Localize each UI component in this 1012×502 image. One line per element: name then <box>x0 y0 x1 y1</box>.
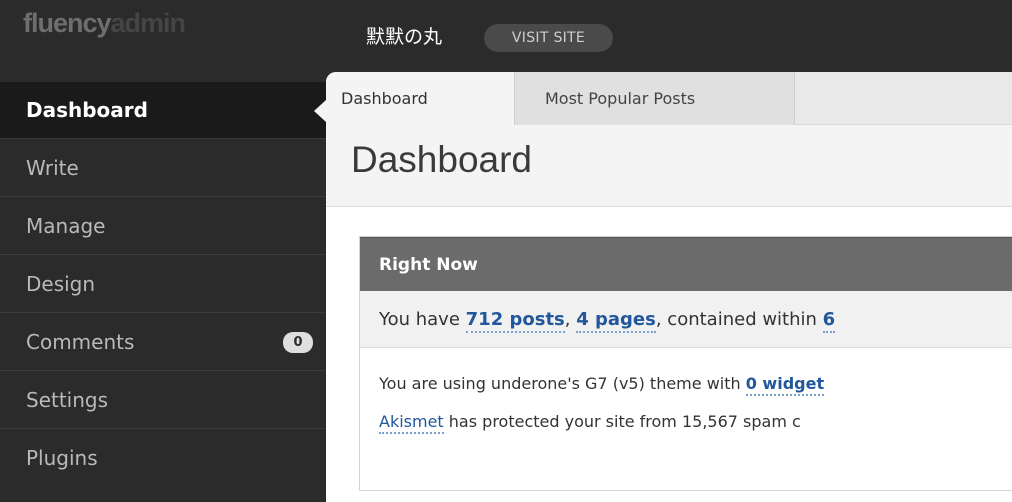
akismet-link[interactable]: Akismet <box>379 412 444 434</box>
akismet-text: has protected your site from 15,567 spam… <box>443 412 801 431</box>
widgets-link[interactable]: 0 widget <box>745 374 825 396</box>
summary-separator: , <box>564 309 577 330</box>
pages-link[interactable]: 4 pages <box>576 309 656 333</box>
sidebar-item-label: Comments <box>26 329 135 354</box>
summary-prefix: You have <box>379 309 466 330</box>
sidebar-item-manage[interactable]: Manage <box>0 196 326 254</box>
akismet-line: Akismet has protected your site from 15,… <box>379 403 1012 441</box>
sidebar-item-label: Write <box>26 155 79 180</box>
sidebar-nav: Dashboard Write Manage Design Comments 0 … <box>0 82 326 486</box>
tab-most-popular-posts[interactable]: Most Popular Posts <box>515 72 795 125</box>
sidebar-item-label: Dashboard <box>26 98 148 122</box>
site-name: 默默の丸 <box>366 26 443 48</box>
theme-text: You are using underone's G7 (v5) theme w… <box>379 374 746 393</box>
sidebar: fluencyadmin Dashboard Write Manage Desi… <box>0 0 326 502</box>
sidebar-item-label: Plugins <box>26 445 98 470</box>
sidebar-item-settings[interactable]: Settings <box>0 370 326 428</box>
sidebar-item-comments[interactable]: Comments 0 <box>0 312 326 370</box>
sidebar-item-plugins[interactable]: Plugins <box>0 428 326 486</box>
posts-link[interactable]: 712 posts <box>465 309 565 333</box>
sidebar-item-label: Settings <box>26 387 109 412</box>
widget-title[interactable]: Right Now <box>360 237 1012 291</box>
logo-part-fluency: fluency <box>23 8 112 38</box>
logo-part-admin: admin <box>110 8 187 38</box>
sidebar-item-label: Manage <box>26 213 106 238</box>
page-header: Dashboard <box>326 125 1012 207</box>
page-title: Dashboard <box>351 139 533 180</box>
theme-info-line: You are using underone's G7 (v5) theme w… <box>379 365 1012 403</box>
visit-site-button[interactable]: VISIT SITE <box>484 24 613 52</box>
right-now-widget: Right Now You have 712 posts, 4 pages, c… <box>359 236 1012 491</box>
summary-mid: , contained within <box>655 309 823 330</box>
categories-count-link[interactable]: 6 <box>822 309 836 333</box>
sidebar-item-write[interactable]: Write <box>0 138 326 196</box>
sidebar-item-design[interactable]: Design <box>0 254 326 312</box>
tab-dashboard[interactable]: Dashboard <box>326 72 515 126</box>
sidebar-item-dashboard[interactable]: Dashboard <box>0 82 326 138</box>
right-now-body: You are using underone's G7 (v5) theme w… <box>360 365 1012 490</box>
sidebar-item-label: Design <box>26 271 96 296</box>
right-now-summary: You have 712 posts, 4 pages, contained w… <box>360 291 1012 348</box>
tab-bar: Dashboard Most Popular Posts <box>326 72 1012 126</box>
logo[interactable]: fluencyadmin <box>0 0 326 82</box>
comments-count-badge: 0 <box>283 332 313 353</box>
top-bar: 默默の丸 VISIT SITE <box>326 0 1012 82</box>
